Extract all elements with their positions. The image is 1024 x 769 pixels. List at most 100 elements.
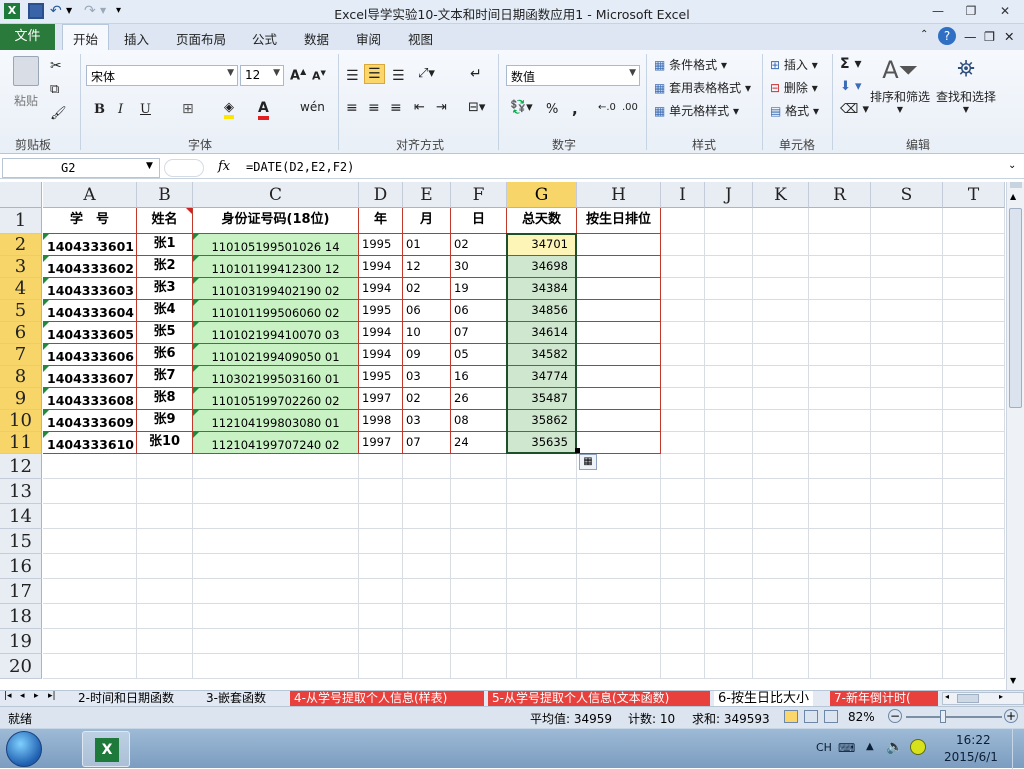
- grid-cell[interactable]: [753, 454, 809, 479]
- grid-cell[interactable]: [137, 579, 193, 604]
- sheet-nav-next-icon[interactable]: ▸: [34, 691, 39, 701]
- minimize-ribbon-icon[interactable]: ⌃: [920, 29, 928, 40]
- sheet-tab-6[interactable]: 6-按生日比大小: [714, 691, 813, 706]
- table-cell[interactable]: 张1: [137, 234, 193, 256]
- bold-button[interactable]: B: [94, 102, 105, 117]
- grid-cell[interactable]: [809, 208, 871, 234]
- grid-cell[interactable]: [451, 479, 507, 504]
- table-cell[interactable]: [577, 432, 661, 454]
- help-icon[interactable]: ?: [938, 27, 956, 45]
- row-header-3[interactable]: 3: [0, 256, 42, 278]
- grid-cell[interactable]: [943, 234, 1005, 256]
- column-header-r[interactable]: R: [809, 182, 871, 208]
- row-header-12[interactable]: 12: [0, 454, 42, 479]
- table-cell[interactable]: 1997: [359, 432, 403, 454]
- table-cell[interactable]: 1404333610: [43, 432, 137, 454]
- grid-cell[interactable]: [43, 529, 137, 554]
- grid-cell[interactable]: [809, 366, 871, 388]
- orientation-icon[interactable]: ⤢▾: [418, 66, 435, 81]
- column-header-c[interactable]: C: [193, 182, 359, 208]
- scroll-down-icon[interactable]: ▼: [1010, 676, 1016, 685]
- grid-cell[interactable]: [809, 504, 871, 529]
- table-cell[interactable]: [577, 234, 661, 256]
- table-cell[interactable]: 1404333608: [43, 388, 137, 410]
- grid-cell[interactable]: [577, 504, 661, 529]
- table-cell[interactable]: 张5: [137, 322, 193, 344]
- grid-cell[interactable]: [809, 654, 871, 679]
- zoom-slider-thumb[interactable]: [940, 710, 946, 723]
- table-cell[interactable]: 张7: [137, 366, 193, 388]
- tab-review[interactable]: 审阅: [356, 29, 381, 48]
- grid-cell[interactable]: [661, 629, 705, 654]
- grid-cell[interactable]: [507, 629, 577, 654]
- grid-cell[interactable]: [577, 629, 661, 654]
- grid-cell[interactable]: [809, 410, 871, 432]
- zoom-level[interactable]: 82%: [848, 710, 875, 724]
- table-cell[interactable]: 1404333605: [43, 322, 137, 344]
- table-cell[interactable]: 110302199503160 01: [193, 366, 359, 388]
- zoom-slider[interactable]: [906, 716, 1002, 718]
- grid-cell[interactable]: [871, 278, 943, 300]
- grid-cell[interactable]: [403, 529, 451, 554]
- table-cell[interactable]: 16: [451, 366, 507, 388]
- grid-cell[interactable]: [753, 604, 809, 629]
- table-cell[interactable]: 1995: [359, 366, 403, 388]
- grid-cell[interactable]: [871, 479, 943, 504]
- grid-cell[interactable]: [661, 278, 705, 300]
- row-header-15[interactable]: 15: [0, 529, 42, 554]
- tray-app-icon[interactable]: [910, 739, 926, 755]
- grid-cell[interactable]: [661, 344, 705, 366]
- name-box[interactable]: G2: [2, 158, 160, 178]
- tab-data[interactable]: 数据: [304, 29, 329, 48]
- row-header-11[interactable]: 11: [0, 432, 42, 454]
- grid-cell[interactable]: [809, 454, 871, 479]
- grid-cell[interactable]: [871, 629, 943, 654]
- row-header-5[interactable]: 5: [0, 300, 42, 322]
- grid-cell[interactable]: [753, 322, 809, 344]
- grid-cell[interactable]: [809, 629, 871, 654]
- table-cell[interactable]: 1995: [359, 234, 403, 256]
- table-header-cell[interactable]: 按生日排位: [577, 208, 661, 234]
- scroll-left-icon[interactable]: ◂: [945, 692, 949, 701]
- column-header-b[interactable]: B: [137, 182, 193, 208]
- grid-cell[interactable]: [871, 432, 943, 454]
- grid-cell[interactable]: [809, 300, 871, 322]
- start-button-icon[interactable]: [6, 731, 42, 767]
- grid-cell[interactable]: [753, 654, 809, 679]
- grid-cell[interactable]: [943, 208, 1005, 234]
- align-left-icon[interactable]: ≡: [346, 100, 358, 116]
- grid-cell[interactable]: [193, 579, 359, 604]
- split-box[interactable]: [1010, 182, 1022, 188]
- grid-cell[interactable]: [809, 579, 871, 604]
- table-cell[interactable]: 30: [451, 256, 507, 278]
- grid-cell[interactable]: [359, 629, 403, 654]
- grid-cell[interactable]: [661, 432, 705, 454]
- grid-cell[interactable]: [577, 479, 661, 504]
- table-cell[interactable]: [577, 300, 661, 322]
- table-cell[interactable]: 24: [451, 432, 507, 454]
- grid-cell[interactable]: [705, 554, 753, 579]
- table-cell[interactable]: 12: [403, 256, 451, 278]
- increase-decimal-icon[interactable]: ←.0: [598, 102, 616, 113]
- grid-cell[interactable]: [193, 454, 359, 479]
- grid-cell[interactable]: [359, 604, 403, 629]
- grid-cell[interactable]: [43, 479, 137, 504]
- grid-cell[interactable]: [753, 208, 809, 234]
- table-cell[interactable]: 110103199402190 02: [193, 278, 359, 300]
- input-language[interactable]: CH: [816, 741, 832, 754]
- row-header-10[interactable]: 10: [0, 410, 42, 432]
- fill-icon[interactable]: ⬇ ▾: [840, 79, 862, 94]
- italic-button[interactable]: I: [118, 102, 123, 117]
- grid-cell[interactable]: [451, 654, 507, 679]
- grid-cell[interactable]: [753, 388, 809, 410]
- date-serial-cell[interactable]: 34614: [507, 322, 577, 344]
- grid-cell[interactable]: [661, 366, 705, 388]
- grid-cell[interactable]: [871, 256, 943, 278]
- grid-cell[interactable]: [451, 604, 507, 629]
- table-cell[interactable]: 1404333607: [43, 366, 137, 388]
- grid-cell[interactable]: [809, 278, 871, 300]
- row-header-18[interactable]: 18: [0, 604, 42, 629]
- align-right-icon[interactable]: ≡: [390, 100, 402, 116]
- grid-cell[interactable]: [507, 479, 577, 504]
- wrap-text-icon[interactable]: ↵: [470, 66, 482, 82]
